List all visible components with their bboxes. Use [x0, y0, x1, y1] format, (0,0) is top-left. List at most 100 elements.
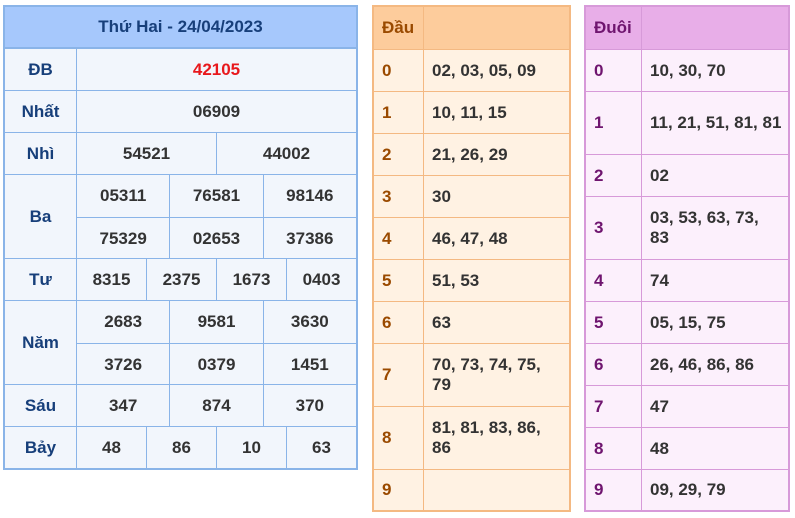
dau-key: 4: [374, 218, 424, 259]
special-prize-number: 42105: [192, 60, 241, 79]
dau-value: 46, 47, 48: [432, 228, 508, 248]
duoi-value: 10, 30, 70: [650, 60, 726, 80]
lottery-results-table: Thứ Hai - 24/04/2023 ĐB 42105 Nhất 06909…: [3, 5, 358, 470]
duoi-key: 7: [586, 386, 642, 427]
duoi-value: 26, 46, 86, 86: [650, 354, 754, 374]
prize-label: ĐB: [5, 49, 77, 90]
duoi-header-label: Đuôi: [586, 7, 642, 49]
duoi-key: 8: [586, 428, 642, 469]
prize-number: 370: [262, 385, 356, 427]
prize-number: 86: [146, 427, 216, 469]
dau-key: 3: [374, 176, 424, 217]
prize-label: Bảy: [5, 427, 77, 468]
prize-number: 2375: [146, 259, 216, 301]
prize-number: 1451: [262, 344, 356, 385]
dau-row: 8 81, 81, 83, 86, 86: [374, 406, 569, 469]
prize-label: Tư: [5, 259, 77, 300]
prize-row-second: Nhì 54521 44002: [5, 132, 356, 175]
prize-label: Sáu: [5, 385, 77, 426]
duoi-row: 9 09, 29, 79: [586, 469, 788, 510]
dau-value: 81, 81, 83, 86, 86: [432, 418, 541, 457]
prize-number: 63: [286, 427, 356, 469]
dau-key: 8: [374, 407, 424, 469]
dau-row: 0 02, 03, 05, 09: [374, 49, 569, 91]
dau-value: 30: [432, 186, 451, 206]
prize-row-fourth: Tư 8315 2375 1673 0403: [5, 258, 356, 301]
prize-number: 8315: [92, 270, 131, 289]
duoi-key: 9: [586, 470, 642, 510]
duoi-value: 02: [650, 165, 669, 185]
prize-number: 2683: [104, 312, 143, 331]
duoi-row: 0 10, 30, 70: [586, 49, 788, 91]
prize-label: Năm: [5, 301, 77, 384]
prize-number: 76581: [169, 175, 262, 217]
results-date-title: Thứ Hai - 24/04/2023: [5, 7, 356, 48]
prize-number: 05311: [99, 186, 147, 205]
dau-row: 9: [374, 469, 569, 510]
prize-row-fifth: Năm 2683 9581 3630 3726 0379 1451: [5, 300, 356, 385]
dau-value: 70, 73, 74, 75, 79: [432, 355, 541, 394]
duoi-key: 4: [586, 260, 642, 301]
dau-key: 6: [374, 302, 424, 343]
dau-row: 6 63: [374, 301, 569, 343]
dau-table: Đầu 0 02, 03, 05, 09 1 10, 11, 15 2 21, …: [372, 5, 571, 512]
duoi-row: 6 26, 46, 86, 86: [586, 343, 788, 385]
prize-number: 0379: [169, 344, 262, 385]
prize-number: 75329: [99, 228, 147, 248]
dau-value: 21, 26, 29: [432, 144, 508, 164]
prize-label: Nhì: [5, 133, 77, 174]
duoi-row: 2 02: [586, 154, 788, 196]
dau-row: 4 46, 47, 48: [374, 217, 569, 259]
duoi-value: 11, 21, 51, 81, 81: [650, 113, 782, 132]
dau-row: 3 30: [374, 175, 569, 217]
prize-row-first: Nhất 06909: [5, 90, 356, 132]
prize-number: 3726: [104, 354, 143, 374]
prize-number: 37386: [262, 218, 356, 259]
prize-number: 9581: [169, 301, 262, 343]
prize-number: 54521: [122, 144, 171, 163]
prize-number: 874: [169, 385, 262, 427]
dau-key: 9: [374, 470, 424, 510]
duoi-value: 48: [650, 438, 669, 458]
prize-number: 10: [216, 427, 286, 469]
prize-row-seventh: Bảy 48 86 10 63: [5, 426, 356, 469]
prize-number: 347: [108, 396, 138, 415]
prize-number: 48: [102, 438, 121, 457]
dau-value: 51, 53: [432, 270, 480, 290]
duoi-value: 74: [650, 270, 669, 290]
dau-value: 10, 11, 15: [432, 102, 507, 122]
prize-row-special: ĐB 42105: [5, 48, 356, 90]
dau-value: [424, 470, 569, 510]
duoi-key: 3: [586, 197, 642, 259]
duoi-value: 03, 53, 63, 73, 83: [650, 208, 759, 247]
prize-label: Nhất: [5, 91, 77, 132]
dau-key: 5: [374, 260, 424, 301]
duoi-value: 09, 29, 79: [650, 480, 726, 499]
duoi-key: 2: [586, 155, 642, 196]
duoi-row: 7 47: [586, 385, 788, 427]
prize-row-third: Ba 05311 76581 98146 75329 02653 37386: [5, 174, 356, 259]
prize-number: 1673: [216, 259, 286, 301]
prize-number: 44002: [216, 133, 356, 175]
duoi-header: Đuôi: [586, 7, 788, 49]
duoi-row: 8 48: [586, 427, 788, 469]
duoi-row: 4 74: [586, 259, 788, 301]
dau-header-label: Đầu: [374, 7, 424, 49]
dau-row: 2 21, 26, 29: [374, 133, 569, 175]
dau-header: Đầu: [374, 7, 569, 49]
prize-number: 02653: [169, 218, 262, 259]
dau-key: 2: [374, 134, 424, 175]
prize-row-sixth: Sáu 347 874 370: [5, 384, 356, 427]
dau-value: 63: [432, 312, 451, 332]
dau-row: 5 51, 53: [374, 259, 569, 301]
dau-row: 7 70, 73, 74, 75, 79: [374, 343, 569, 406]
duoi-key: 0: [586, 50, 642, 91]
prize-number: 3630: [262, 301, 356, 343]
dau-key: 1: [374, 92, 424, 133]
prize-number: 0403: [286, 259, 356, 301]
prize-number: 98146: [262, 175, 356, 217]
duoi-key: 6: [586, 344, 642, 385]
prize-label: Ba: [5, 175, 77, 258]
duoi-value: 47: [650, 396, 669, 416]
dau-value: 02, 03, 05, 09: [432, 60, 536, 80]
